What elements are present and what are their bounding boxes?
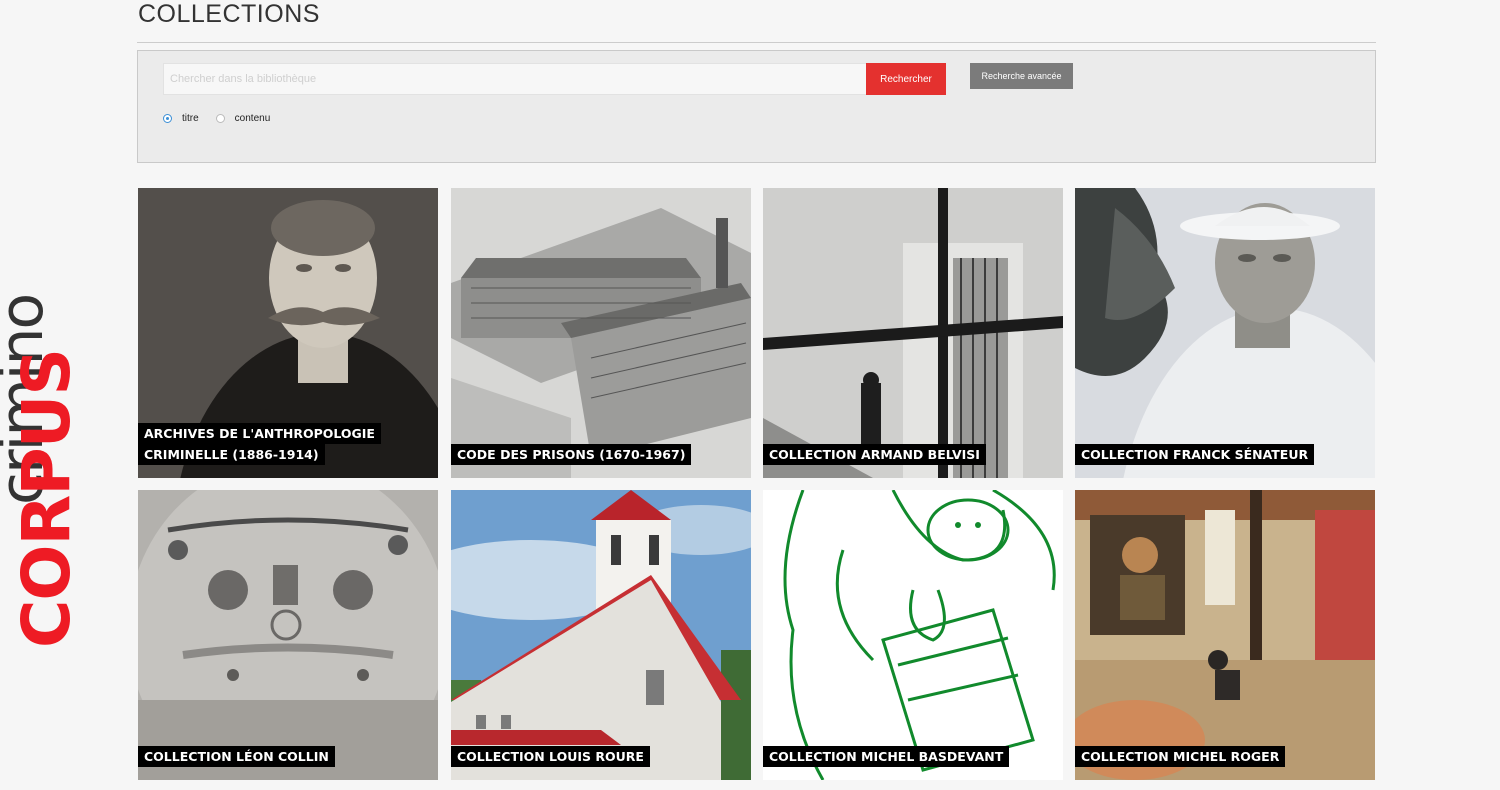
search-input[interactable] [163,63,871,95]
site-logo[interactable]: crimino CORPUS [0,0,100,790]
collection-card-caption: ARCHIVES DE L'ANTHROPOLOGIE CRIMINELLE (… [138,423,381,465]
collection-card[interactable]: COLLECTION FRANCK SÉNATEUR [1075,188,1375,478]
search-panel: Rechercher Recherche avancée titre conte… [137,50,1376,163]
search-scope-options: titre contenu [163,113,287,124]
collection-card-caption: COLLECTION ARMAND BELVISI [763,444,986,465]
collection-title-line: ARCHIVES DE L'ANTHROPOLOGIE [138,423,381,444]
collection-thumbnail-image [451,188,751,478]
collection-card[interactable]: ARCHIVES DE L'ANTHROPOLOGIE CRIMINELLE (… [138,188,438,478]
collection-thumbnail-image [138,490,438,780]
collection-thumbnail-image [451,490,751,780]
collection-thumbnail-image [1075,490,1375,780]
collection-title-line: CODE DES PRISONS (1670-1967) [451,444,692,465]
radio-titre-label[interactable]: titre [182,113,199,124]
logo-word-corpus: CORPUS [8,349,85,648]
collection-title-line: COLLECTION LOUIS ROURE [451,746,650,767]
radio-contenu-label[interactable]: contenu [235,113,271,124]
collection-title-line: COLLECTION LÉON COLLIN [138,746,335,767]
collection-card[interactable]: COLLECTION MICHEL BASDEVANT [763,490,1063,780]
search-button[interactable]: Rechercher [866,63,946,95]
collection-card[interactable]: COLLECTION LOUIS ROURE [451,490,751,780]
collection-thumbnail-image [763,188,1063,478]
collection-title-line: CRIMINELLE (1886-1914) [138,444,325,465]
collection-title-line: COLLECTION MICHEL BASDEVANT [763,746,1010,767]
collection-thumbnail-image [1075,188,1375,478]
collection-thumbnail-image [763,490,1063,780]
collection-card-caption: COLLECTION LÉON COLLIN [138,746,335,767]
collection-title-line: COLLECTION FRANCK SÉNATEUR [1075,444,1315,465]
radio-contenu[interactable] [215,114,225,123]
title-divider [137,42,1376,43]
collection-card[interactable]: COLLECTION MICHEL ROGER [1075,490,1375,780]
collection-card[interactable]: CODE DES PRISONS (1670-1967) [451,188,751,478]
collection-card-caption: COLLECTION FRANCK SÉNATEUR [1075,444,1315,465]
collection-card[interactable]: COLLECTION ARMAND BELVISI [763,188,1063,478]
radio-titre[interactable] [163,114,172,123]
collection-title-line: COLLECTION ARMAND BELVISI [763,444,986,465]
collection-title-line: COLLECTION MICHEL ROGER [1075,746,1286,767]
page-title: COLLECTIONS [138,0,320,28]
collection-card-caption: CODE DES PRISONS (1670-1967) [451,444,692,465]
collection-card[interactable]: COLLECTION LÉON COLLIN [138,490,438,780]
collection-card-caption: COLLECTION MICHEL BASDEVANT [763,746,1010,767]
advanced-search-button[interactable]: Recherche avancée [970,63,1073,89]
collection-card-caption: COLLECTION LOUIS ROURE [451,746,650,767]
collection-card-caption: COLLECTION MICHEL ROGER [1075,746,1286,767]
